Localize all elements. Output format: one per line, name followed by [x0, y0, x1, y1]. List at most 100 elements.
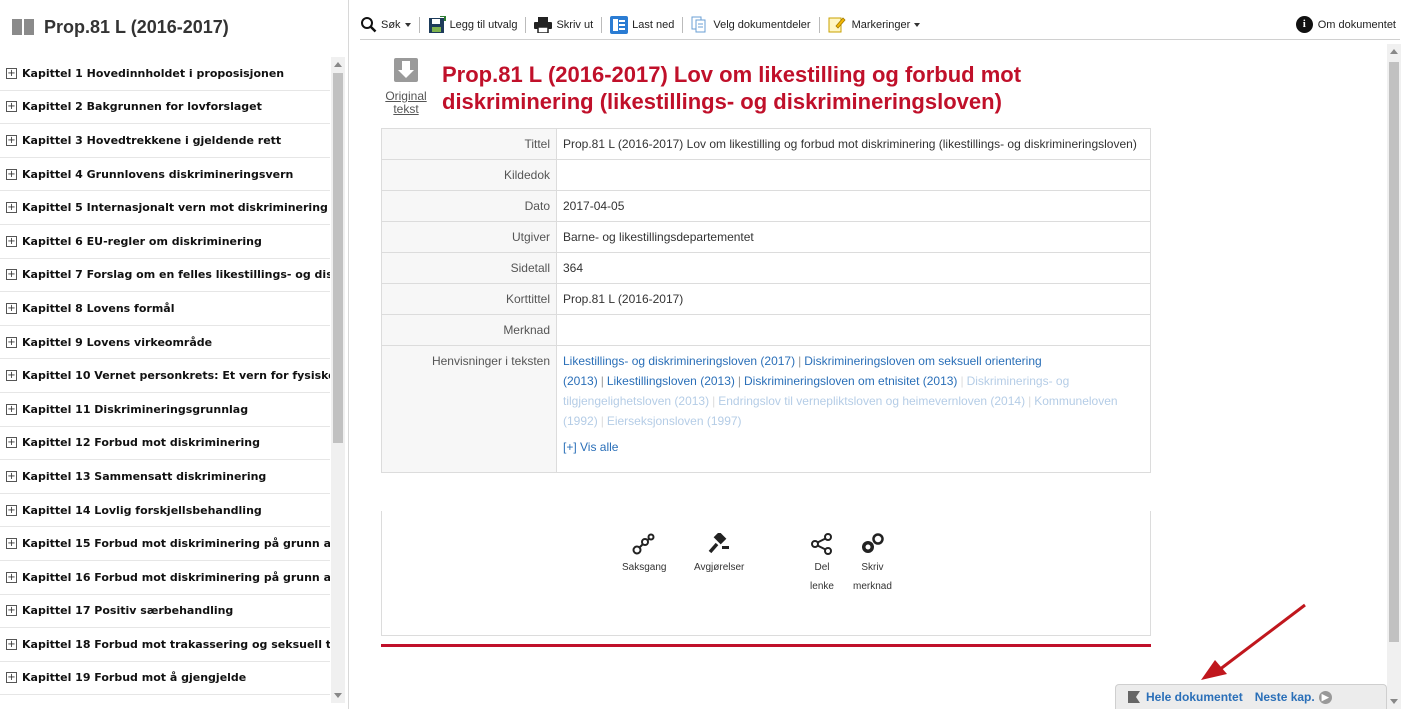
- reference-separator: |: [712, 394, 716, 408]
- print-button[interactable]: Skriv ut: [534, 16, 594, 33]
- reference-link[interactable]: Eierseksjonsloven (1997): [607, 414, 742, 428]
- sidebar-item[interactable]: + Kapittel 3 Hovedtrekkene i gjeldende re…: [0, 124, 330, 158]
- sidebar-scrollbar-thumb[interactable]: [333, 73, 343, 443]
- sidebar-item[interactable]: + Kapittel 15 Forbud mot diskriminering p…: [0, 527, 330, 561]
- select-parts-button[interactable]: Velg dokumentdeler: [691, 16, 811, 33]
- sidebar-item[interactable]: + Kapittel 10 Vernet personkrets: Et vern…: [0, 359, 330, 393]
- sidebar-item[interactable]: + Kapittel 13 Sammensatt diskriminering: [0, 460, 330, 494]
- sidebar-item-label: Kapittel 16 Forbud mot diskriminering på…: [22, 570, 330, 584]
- highlights-dropdown[interactable]: Markeringer: [828, 16, 921, 33]
- reference-link[interactable]: Likestillings- og diskrimineringsloven (…: [563, 354, 795, 368]
- scroll-up-icon[interactable]: [1390, 49, 1398, 54]
- metadata-key: Sidetall: [381, 252, 557, 284]
- search-button[interactable]: Søk: [360, 16, 411, 33]
- expand-icon[interactable]: +: [6, 235, 17, 247]
- sidebar-item[interactable]: + Kapittel 19 Forbud mot å gjengjelde: [0, 662, 330, 696]
- toolbar-divider: [418, 16, 420, 33]
- expand-icon[interactable]: +: [6, 470, 17, 482]
- sidebar-item-label: Kapittel 6 EU-regler om diskriminering: [22, 234, 262, 248]
- sidebar: Prop.81 L (2016-2017) + Kapittel 1 Hovedi…: [0, 0, 349, 709]
- decisions-button[interactable]: Avgjørelser: [694, 533, 744, 577]
- sidebar-item-label: Kapittel 9 Lovens virkeområde: [22, 335, 213, 349]
- sidebar-item[interactable]: + Kapittel 6 EU-regler om diskriminering: [0, 225, 330, 259]
- expand-icon[interactable]: +: [6, 67, 17, 79]
- about-document-button[interactable]: i Om dokumentet: [1295, 16, 1396, 33]
- next-chapter-link[interactable]: Neste kap. ▶: [1255, 690, 1332, 704]
- sidebar-item[interactable]: + Kapittel 8 Lovens formål: [0, 292, 330, 326]
- gavel-icon: [708, 533, 730, 554]
- expand-icon[interactable]: +: [6, 403, 17, 415]
- expand-icon[interactable]: +: [6, 504, 17, 516]
- expand-icon[interactable]: +: [6, 638, 17, 650]
- share-link-button[interactable]: Del lenke: [810, 533, 834, 596]
- sidebar-item[interactable]: + Kapittel 14 Lovlig forskjellsbehandling: [0, 494, 330, 528]
- expand-icon[interactable]: +: [6, 202, 17, 214]
- highlighter-icon: [828, 17, 846, 33]
- write-note-label-line1: Skriv: [861, 562, 884, 573]
- print-label: Skriv ut: [556, 18, 594, 31]
- scroll-down-icon[interactable]: [334, 693, 342, 698]
- expand-icon[interactable]: +: [6, 302, 17, 314]
- actions-panel: Saksgang Avgjørelser Del lenke Skriv mer…: [381, 511, 1151, 636]
- download-label: Last ned: [632, 18, 675, 31]
- sidebar-item[interactable]: + Kapittel 1 Hovedinnholdet i proposisjon…: [0, 57, 330, 91]
- references-row: Henvisninger i teksten Likestillings- og…: [381, 345, 1151, 473]
- expand-icon[interactable]: +: [6, 437, 17, 449]
- sidebar-item[interactable]: + Kapittel 5 Internasjonalt vern mot disk…: [0, 191, 330, 225]
- reference-separator: |: [737, 374, 742, 388]
- sidebar-scrollbar[interactable]: [331, 57, 345, 703]
- sidebar-item[interactable]: + Kapittel 17 Positiv særbehandling: [0, 595, 330, 629]
- toolbar-divider: [525, 16, 527, 33]
- expand-icon[interactable]: +: [6, 672, 17, 684]
- expand-icon[interactable]: +: [6, 168, 17, 180]
- write-note-button[interactable]: Skriv merknad: [853, 533, 892, 596]
- decisions-label: Avgjørelser: [694, 562, 745, 573]
- sidebar-item[interactable]: + Kapittel 16 Forbud mot diskriminering p…: [0, 561, 330, 595]
- metadata-value: 364: [556, 252, 1151, 284]
- note-icon: [862, 533, 885, 553]
- metadata-row: Korttittel Prop.81 L (2016-2017): [381, 283, 1151, 315]
- book-icon: [12, 19, 34, 35]
- toolbar-divider: [682, 16, 684, 33]
- original-text-link[interactable]: Original tekst: [384, 56, 428, 115]
- reference-link[interactable]: Diskrimineringsloven om etnisitet (2013): [744, 374, 957, 388]
- reference-link[interactable]: Likestillingsloven (2013): [607, 374, 735, 388]
- table-of-contents: + Kapittel 1 Hovedinnholdet i proposisjon…: [0, 57, 330, 709]
- show-all-link[interactable]: [+] Vis alle: [563, 437, 618, 457]
- expand-icon[interactable]: +: [6, 538, 17, 550]
- reference-separator: |: [960, 374, 964, 388]
- sidebar-item-label: Kapittel 17 Positiv særbehandling: [22, 604, 234, 618]
- metadata-value: Barne- og likestillingsdepartementet: [556, 221, 1151, 253]
- sidebar-item[interactable]: + Kapittel 9 Lovens virkeområde: [0, 326, 330, 360]
- add-to-selection-button[interactable]: Legg til utvalg: [428, 15, 517, 34]
- case-history-button[interactable]: Saksgang: [622, 533, 666, 577]
- expand-icon[interactable]: +: [6, 101, 17, 113]
- share-icon: [811, 533, 832, 555]
- main-scrollbar[interactable]: [1387, 44, 1401, 709]
- printer-icon: [534, 16, 553, 33]
- search-label: Søk: [381, 18, 401, 31]
- expand-icon[interactable]: +: [6, 269, 17, 281]
- sidebar-item[interactable]: + Kapittel 11 Diskrimineringsgrunnlag: [0, 393, 330, 427]
- expand-icon[interactable]: +: [6, 370, 17, 382]
- expand-icon[interactable]: +: [6, 571, 17, 583]
- metadata-row: Sidetall 364: [381, 252, 1151, 284]
- expand-icon[interactable]: +: [6, 605, 17, 617]
- scroll-up-icon[interactable]: [334, 62, 342, 67]
- chevron-down-icon: [404, 22, 411, 27]
- expand-icon[interactable]: +: [6, 336, 17, 348]
- download-button[interactable]: Last ned: [610, 15, 675, 34]
- reference-link[interactable]: Endringslov til vernepliktsloven og heim…: [718, 394, 1025, 408]
- sidebar-item[interactable]: + Kapittel 4 Grunnlovens diskrimineringsv…: [0, 158, 330, 192]
- whole-document-link[interactable]: Hele dokumentet: [1126, 690, 1243, 704]
- sidebar-item[interactable]: + Kapittel 12 Forbud mot diskriminering: [0, 427, 330, 461]
- scroll-down-icon[interactable]: [1390, 699, 1398, 704]
- sidebar-item[interactable]: + Kapittel 2 Bakgrunnen for lovforslaget: [0, 91, 330, 125]
- main-scrollbar-thumb[interactable]: [1389, 62, 1399, 642]
- sidebar-item[interactable]: + Kapittel 18 Forbud mot trakassering og …: [0, 628, 330, 662]
- sidebar-item-label: Kapittel 15 Forbud mot diskriminering på…: [22, 537, 330, 551]
- highlights-label: Markeringer: [851, 18, 911, 31]
- arrow-right-icon: ▶: [1318, 690, 1332, 704]
- sidebar-item[interactable]: + Kapittel 7 Forslag om en felles likesti…: [0, 259, 330, 293]
- expand-icon[interactable]: +: [6, 134, 17, 146]
